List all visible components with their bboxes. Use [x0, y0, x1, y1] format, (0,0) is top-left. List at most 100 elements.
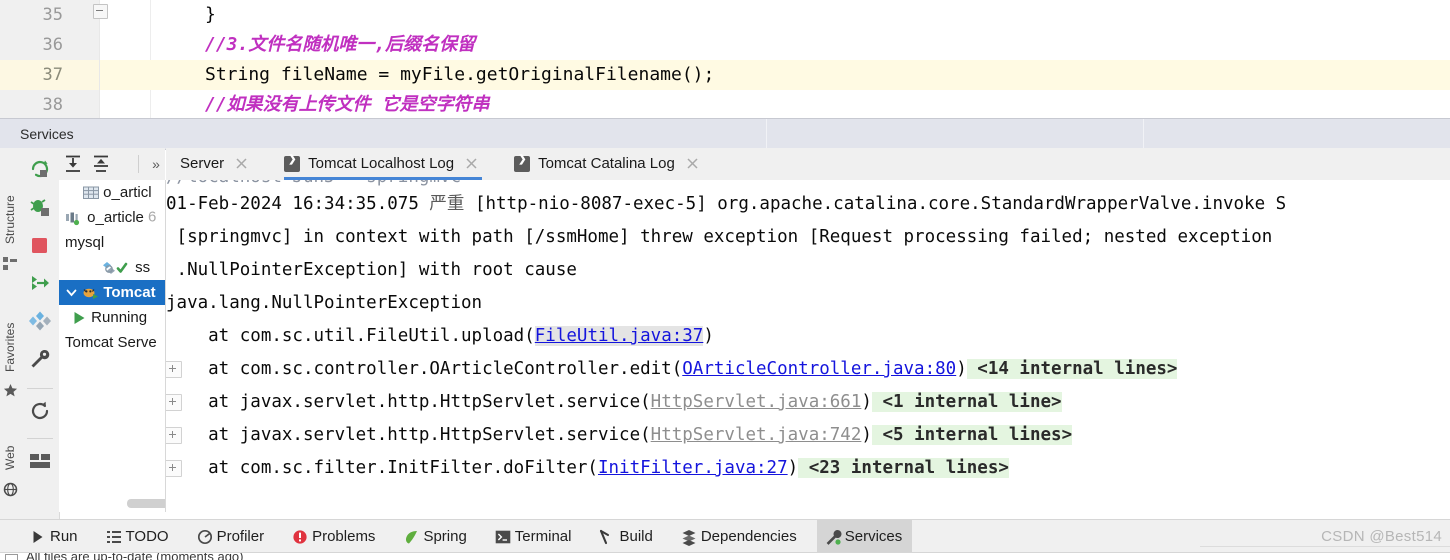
log-line: java.lang.NullPointerException — [166, 287, 1450, 320]
bottom-tool-bar: Run TODO Profiler Problems Spring Terminal Bui… — [0, 519, 1450, 553]
datasource-icon — [65, 210, 83, 226]
tool-separator-2 — [27, 438, 53, 439]
tree-row[interactable]: mysql — [59, 230, 165, 255]
log-text: at com.sc.controller.OArticleController.… — [166, 359, 683, 379]
tree-row[interactable]: Tomcat — [59, 280, 165, 305]
console-icon — [514, 154, 531, 172]
expand-all-icon[interactable] — [63, 154, 83, 174]
line-code: //如果没有上传文件 它是空字符串 — [205, 94, 490, 115]
internal-lines-badge[interactable]: <1 internal line> — [871, 392, 1062, 412]
status-button-label: Run — [50, 528, 78, 545]
settings-icon[interactable] — [29, 348, 51, 370]
log-line: at com.sc.util.FileUtil.upload(FileUtil.… — [166, 320, 1450, 353]
log-text: at com.sc.filter.InitFilter.doFilter( — [166, 458, 598, 478]
stacktrace-link[interactable]: HttpServlet.java:742 — [651, 425, 862, 445]
collapse-all-icon[interactable] — [91, 154, 111, 174]
layout-icon[interactable] — [29, 450, 51, 472]
editor-lines: 35} 36 //3.文件名随机唯一,后缀名保留 37 String fileName … — [0, 0, 1450, 118]
close-icon[interactable] — [234, 156, 249, 171]
toolbar-overflow-button[interactable]: » — [147, 154, 165, 174]
status-button-profiler[interactable]: Profiler — [189, 520, 275, 553]
status-button-build[interactable]: Build — [591, 520, 662, 553]
todo-icon — [106, 529, 122, 545]
editor-line[interactable]: 38 //如果没有上传文件 它是空字符串 — [0, 90, 1450, 118]
close-icon[interactable] — [685, 156, 700, 171]
log-text: .NullPointerException] with root cause — [166, 260, 577, 280]
tree-row-label: mysql — [65, 234, 105, 251]
internal-lines-badge[interactable]: <23 internal lines> — [798, 458, 1009, 478]
status-button-terminal[interactable]: Terminal — [487, 520, 582, 553]
refresh-icon[interactable] — [29, 400, 51, 422]
editor-line[interactable]: 36 //3.文件名随机唯一,后缀名保留 — [0, 30, 1450, 60]
build-icon — [599, 529, 615, 545]
rail-item-web[interactable]: Web — [0, 420, 21, 497]
chevron-down-icon[interactable] — [65, 286, 78, 299]
status-button-label: Profiler — [216, 528, 265, 545]
line-code: } — [205, 4, 216, 25]
stacktrace-link[interactable]: FileUtil.java:37 — [534, 326, 704, 346]
services-tree[interactable]: o_articl o_article 6 mysql ss Tomcat Runn… — [59, 180, 166, 512]
rerun-icon[interactable] — [29, 158, 51, 180]
bottom-checkbox[interactable] — [5, 554, 18, 560]
header-divider-1 — [766, 119, 767, 149]
debug-icon[interactable] — [29, 196, 51, 218]
tree-row[interactable]: Running — [59, 305, 165, 330]
tree-row[interactable]: o_article 6 — [59, 205, 165, 230]
log-line-cut: //localhost-Jun5 - springmvc — [166, 180, 1450, 188]
watermark-rule — [1200, 546, 1450, 547]
tree-row-label: ss — [135, 259, 151, 276]
tree-horizontal-scrollbar[interactable] — [127, 499, 165, 508]
internal-lines-badge[interactable]: <14 internal lines> — [966, 359, 1178, 379]
rail-item-favorites[interactable]: Favorites — [0, 288, 21, 397]
rail-label-web: Web — [3, 445, 17, 470]
tree-row-label: Running — [91, 309, 148, 326]
tree-row[interactable]: ss — [59, 255, 165, 280]
internal-lines-badge[interactable]: <5 internal lines> — [871, 425, 1073, 445]
terminal-icon — [495, 529, 511, 545]
editor-line[interactable]: 35} — [0, 0, 1450, 30]
log-console[interactable]: //localhost-Jun5 - springmvc 01-Feb-2024… — [166, 180, 1450, 519]
tree-row-label: Tomcat Serve — [65, 334, 157, 351]
tree-row[interactable]: Tomcat Serve — [59, 330, 165, 355]
status-button-todo[interactable]: TODO — [98, 520, 179, 553]
log-tab-tomcat-localhost-log[interactable]: Tomcat Localhost Log — [284, 148, 483, 180]
expand-internal-lines-icon[interactable] — [166, 394, 182, 411]
log-text: ) — [787, 458, 799, 478]
log-tab-label: Tomcat Localhost Log — [308, 155, 455, 172]
stacktrace-link[interactable]: OArticleController.java:80 — [682, 359, 956, 379]
tomcat-icon — [82, 285, 99, 301]
tree-row[interactable]: o_articl — [59, 180, 165, 205]
line-number: 37 — [42, 65, 63, 85]
status-button-label: Dependencies — [700, 528, 797, 545]
run-icon — [30, 529, 46, 545]
status-button-spring[interactable]: Spring — [395, 520, 476, 553]
rail-item-structure[interactable]: Structure — [0, 156, 21, 270]
log-line: at com.sc.filter.InitFilter.doFilter(Ini… — [166, 452, 1450, 485]
expand-internal-lines-icon[interactable] — [166, 427, 182, 444]
log-text: at javax.servlet.http.HttpServlet.servic… — [166, 425, 651, 445]
stop-icon[interactable] — [29, 234, 51, 256]
log-tab-server[interactable]: Server — [180, 148, 252, 180]
log-line: at com.sc.controller.OArticleController.… — [166, 353, 1450, 386]
run-green-icon — [71, 310, 87, 326]
status-button-problems[interactable]: Problems — [284, 520, 385, 553]
status-button-services[interactable]: Services — [816, 520, 913, 553]
header-divider-2 — [1143, 119, 1144, 149]
line-number: 35 — [42, 5, 63, 25]
log-text: java.lang.NullPointerException — [166, 293, 483, 313]
services-tool-column — [21, 148, 60, 519]
line-number: 38 — [42, 95, 63, 115]
expand-internal-lines-icon[interactable] — [166, 361, 182, 378]
deploy-icon[interactable] — [29, 272, 51, 294]
status-button-run[interactable]: Run — [22, 520, 88, 553]
stacktrace-link[interactable]: HttpServlet.java:661 — [651, 392, 862, 412]
services-header-title: Services — [20, 126, 74, 142]
log-tab-tomcat-catalina-log[interactable]: Tomcat Catalina Log — [514, 148, 703, 180]
status-button-dependencies[interactable]: Dependencies — [673, 520, 807, 553]
close-icon[interactable] — [464, 156, 479, 171]
fold-collapse-icon[interactable] — [93, 4, 108, 19]
editor-line[interactable]: 37 String fileName = myFile.getOriginalFi… — [0, 60, 1450, 90]
stacktrace-link[interactable]: InitFilter.java:27 — [598, 458, 788, 478]
filter-icon[interactable] — [29, 310, 51, 332]
expand-internal-lines-icon[interactable] — [166, 460, 182, 477]
